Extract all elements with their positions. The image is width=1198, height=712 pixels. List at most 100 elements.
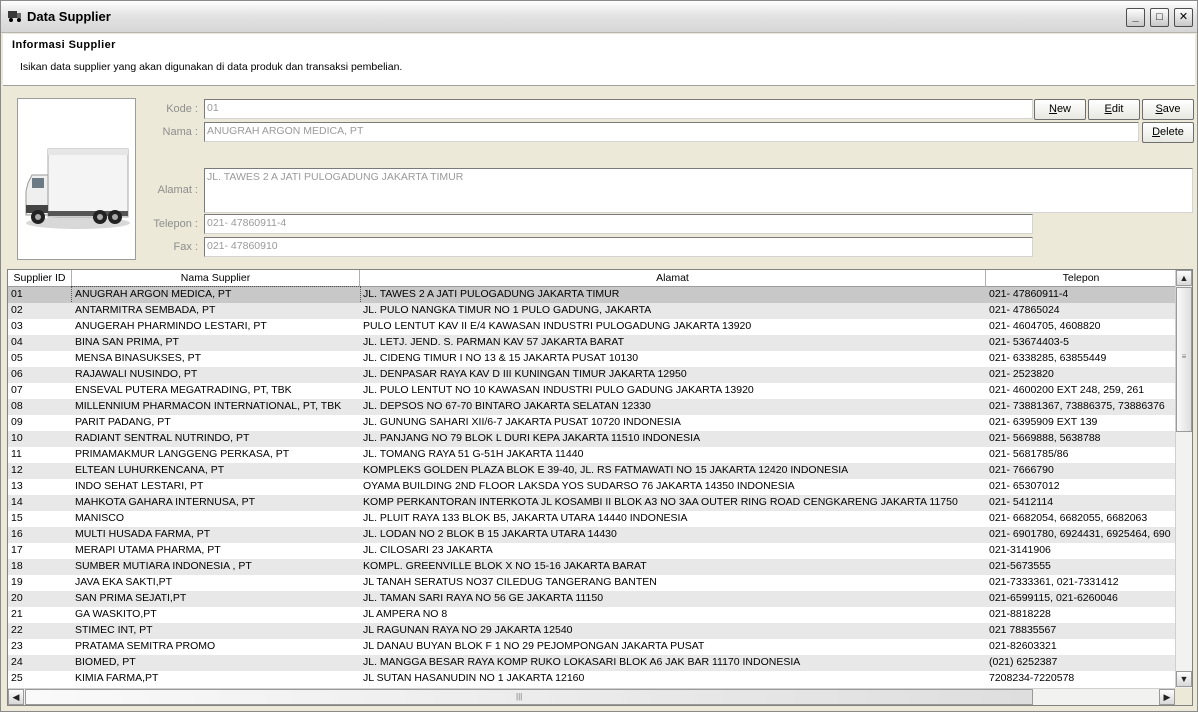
cell-alamat[interactable]: JL. CILOSARI 23 JAKARTA (360, 543, 986, 559)
cell-supplier-id[interactable]: 20 (8, 591, 72, 607)
cell-telepon[interactable]: 021- 7666790 (986, 463, 1176, 479)
table-row[interactable]: 07 ENSEVAL PUTERA MEGATRADING, PT, TBK JL.… (8, 383, 1176, 399)
cell-alamat[interactable]: KOMPLEKS GOLDEN PLAZA BLOK E 39-40, JL. … (360, 463, 986, 479)
cell-alamat[interactable]: JL. CIDENG TIMUR I NO 13 & 15 JAKARTA PU… (360, 351, 986, 367)
cell-supplier-id[interactable]: 12 (8, 463, 72, 479)
scroll-down-button[interactable]: ▼ (1176, 671, 1192, 687)
cell-supplier-id[interactable]: 22 (8, 623, 72, 639)
vertical-scroll-thumb[interactable]: ≡ (1176, 287, 1192, 432)
table-row[interactable]: 12 ELTEAN LUHURKENCANA, PT KOMPLEKS GOLDEN… (8, 463, 1176, 479)
cell-nama-supplier[interactable]: MILLENNIUM PHARMACON INTERNATIONAL, PT, … (72, 399, 360, 415)
close-button[interactable]: ✕ (1174, 8, 1193, 27)
table-row[interactable]: 18 SUMBER MUTIARA INDONESIA , PT KOMPL. GR… (8, 559, 1176, 575)
cell-telepon[interactable]: 021- 5412114 (986, 495, 1176, 511)
cell-nama-supplier[interactable]: BIOMED, PT (72, 655, 360, 671)
cell-nama-supplier[interactable]: BINA SAN PRIMA, PT (72, 335, 360, 351)
cell-nama-supplier[interactable]: RADIANT SENTRAL NUTRINDO, PT (72, 431, 360, 447)
table-row[interactable]: 20 SAN PRIMA SEJATI,PT JL. TAMAN SARI RAYA… (8, 591, 1176, 607)
table-row[interactable]: 02 ANTARMITRA SEMBADA, PT JL. PULO NANGKA … (8, 303, 1176, 319)
cell-telepon[interactable]: 021- 4604705, 4608820 (986, 319, 1176, 335)
cell-alamat[interactable]: KOMPL. GREENVILLE BLOK X NO 15-16 JAKART… (360, 559, 986, 575)
cell-supplier-id[interactable]: 08 (8, 399, 72, 415)
scroll-left-button[interactable]: ◀ (8, 689, 24, 705)
cell-nama-supplier[interactable]: PRATAMA SEMITRA PROMO (72, 639, 360, 655)
cell-alamat[interactable]: OYAMA BUILDING 2ND FLOOR LAKSDA YOS SUDA… (360, 479, 986, 495)
alamat-field[interactable]: JL. TAWES 2 A JATI PULOGADUNG JAKARTA TI… (204, 168, 1193, 213)
column-header-telepon[interactable]: Telepon (986, 270, 1176, 287)
cell-supplier-id[interactable]: 25 (8, 671, 72, 687)
cell-telepon[interactable]: 021- 2523820 (986, 367, 1176, 383)
column-header-nama-supplier[interactable]: Nama Supplier (72, 270, 360, 287)
cell-telepon[interactable]: (021) 6252387 (986, 655, 1176, 671)
cell-alamat[interactable]: JL. PANJANG NO 79 BLOK L DURI KEPA JAKAR… (360, 431, 986, 447)
cell-alamat[interactable]: JL. MANGGA BESAR RAYA KOMP RUKO LOKASARI… (360, 655, 986, 671)
maximize-button[interactable]: □ (1150, 8, 1169, 27)
cell-supplier-id[interactable]: 17 (8, 543, 72, 559)
table-row[interactable]: 25 KIMIA FARMA,PT JL SUTAN HASANUDIN NO 1 … (8, 671, 1176, 687)
telepon-field[interactable]: 021- 47860911-4 (204, 214, 1033, 234)
cell-alamat[interactable]: JL. LODAN NO 2 BLOK B 15 JAKARTA UTARA 1… (360, 527, 986, 543)
cell-supplier-id[interactable]: 04 (8, 335, 72, 351)
cell-alamat[interactable]: JL. TAMAN SARI RAYA NO 56 GE JAKARTA 111… (360, 591, 986, 607)
kode-field[interactable]: 01 (204, 99, 1033, 119)
cell-supplier-id[interactable]: 23 (8, 639, 72, 655)
table-row[interactable]: 17 MERAPI UTAMA PHARMA, PT JL. CILOSARI 23… (8, 543, 1176, 559)
cell-nama-supplier[interactable]: ANUGRAH ARGON MEDICA, PT (71, 286, 361, 304)
table-row[interactable]: 19 JAVA EKA SAKTI,PT JL TANAH SERATUS NO37… (8, 575, 1176, 591)
cell-supplier-id[interactable]: 03 (8, 319, 72, 335)
cell-supplier-id[interactable]: 14 (8, 495, 72, 511)
cell-telepon[interactable]: 021 78835567 (986, 623, 1176, 639)
cell-nama-supplier[interactable]: MERAPI UTAMA PHARMA, PT (72, 543, 360, 559)
table-row[interactable]: 11 PRIMAMAKMUR LANGGENG PERKASA, PT JL. TO… (8, 447, 1176, 463)
cell-nama-supplier[interactable]: PRIMAMAKMUR LANGGENG PERKASA, PT (72, 447, 360, 463)
cell-alamat[interactable]: JL. LETJ. JEND. S. PARMAN KAV 57 JAKARTA… (360, 335, 986, 351)
cell-alamat[interactable]: JL TANAH SERATUS NO37 CILEDUG TANGERANG … (360, 575, 986, 591)
cell-telepon[interactable]: 021-7333361, 021-7331412 (986, 575, 1176, 591)
horizontal-scroll-thumb[interactable]: ||| (25, 689, 1033, 705)
table-row[interactable]: 10 RADIANT SENTRAL NUTRINDO, PT JL. PANJAN… (8, 431, 1176, 447)
cell-supplier-id[interactable]: 01 (8, 287, 72, 303)
cell-nama-supplier[interactable]: MANISCO (72, 511, 360, 527)
cell-alamat[interactable]: JL. DEPSOS NO 67-70 BINTARO JAKARTA SELA… (360, 399, 986, 415)
cell-alamat[interactable]: KOMP PERKANTORAN INTERKOTA JL KOSAMBI II… (360, 495, 986, 511)
cell-telepon[interactable]: 021- 6395909 EXT 139 (986, 415, 1176, 431)
table-row[interactable]: 09 PARIT PADANG, PT JL. GUNUNG SAHARI XII/… (8, 415, 1176, 431)
cell-telepon[interactable]: 021- 5681785/86 (986, 447, 1176, 463)
cell-alamat[interactable]: JL. GUNUNG SAHARI XII/6-7 JAKARTA PUSAT … (360, 415, 986, 431)
cell-telepon[interactable]: 021- 5669888, 5638788 (986, 431, 1176, 447)
cell-alamat[interactable]: JL. PULO NANGKA TIMUR NO 1 PULO GADUNG, … (360, 303, 986, 319)
table-row[interactable]: 15 MANISCO JL. PLUIT RAYA 133 BLOK B5, JAK… (8, 511, 1176, 527)
column-header-alamat[interactable]: Alamat (360, 270, 986, 287)
fax-field[interactable]: 021- 47860910 (204, 237, 1033, 257)
cell-supplier-id[interactable]: 06 (8, 367, 72, 383)
table-row[interactable]: 04 BINA SAN PRIMA, PT JL. LETJ. JEND. S. P… (8, 335, 1176, 351)
cell-supplier-id[interactable]: 13 (8, 479, 72, 495)
table-row[interactable]: 22 STIMEC INT, PT JL RAGUNAN RAYA NO 29 JA… (8, 623, 1176, 639)
cell-telepon[interactable]: 021- 6682054, 6682055, 6682063 (986, 511, 1176, 527)
cell-telepon[interactable]: 021-3141906 (986, 543, 1176, 559)
supplier-grid[interactable]: Supplier ID Nama Supplier Alamat Telepon… (7, 269, 1193, 706)
table-row[interactable]: 05 MENSA BINASUKSES, PT JL. CIDENG TIMUR I… (8, 351, 1176, 367)
cell-supplier-id[interactable]: 24 (8, 655, 72, 671)
cell-alamat[interactable]: JL DANAU BUYAN BLOK F 1 NO 29 PEJOMPONGA… (360, 639, 986, 655)
cell-nama-supplier[interactable]: PARIT PADANG, PT (72, 415, 360, 431)
table-row[interactable]: 14 MAHKOTA GAHARA INTERNUSA, PT KOMP PERKA… (8, 495, 1176, 511)
cell-nama-supplier[interactable]: SUMBER MUTIARA INDONESIA , PT (72, 559, 360, 575)
cell-nama-supplier[interactable]: MAHKOTA GAHARA INTERNUSA, PT (72, 495, 360, 511)
cell-telepon[interactable]: 021- 4600200 EXT 248, 259, 261 (986, 383, 1176, 399)
table-row[interactable]: 13 INDO SEHAT LESTARI, PT OYAMA BUILDING 2… (8, 479, 1176, 495)
cell-nama-supplier[interactable]: STIMEC INT, PT (72, 623, 360, 639)
table-row[interactable]: 23 PRATAMA SEMITRA PROMO JL DANAU BUYAN BL… (8, 639, 1176, 655)
table-row[interactable]: 16 MULTI HUSADA FARMA, PT JL. LODAN NO 2 B… (8, 527, 1176, 543)
table-row[interactable]: 08 MILLENNIUM PHARMACON INTERNATIONAL, PT… (8, 399, 1176, 415)
cell-supplier-id[interactable]: 07 (8, 383, 72, 399)
cell-nama-supplier[interactable]: ANTARMITRA SEMBADA, PT (72, 303, 360, 319)
delete-button[interactable]: Delete (1142, 122, 1194, 143)
cell-nama-supplier[interactable]: KIMIA FARMA,PT (72, 671, 360, 687)
table-row[interactable]: 03 ANUGERAH PHARMINDO LESTARI, PT PULO LEN… (8, 319, 1176, 335)
cell-telepon[interactable]: 021- 6901780, 6924431, 6925464, 690 (986, 527, 1176, 543)
table-row[interactable]: 06 RAJAWALI NUSINDO, PT JL. DENPASAR RAYA … (8, 367, 1176, 383)
cell-nama-supplier[interactable]: ENSEVAL PUTERA MEGATRADING, PT, TBK (72, 383, 360, 399)
table-row[interactable]: 21 GA WASKITO,PT JL AMPERA NO 8 021-8818228 (8, 607, 1176, 623)
title-bar[interactable]: Data Supplier _ □ ✕ (1, 1, 1197, 33)
